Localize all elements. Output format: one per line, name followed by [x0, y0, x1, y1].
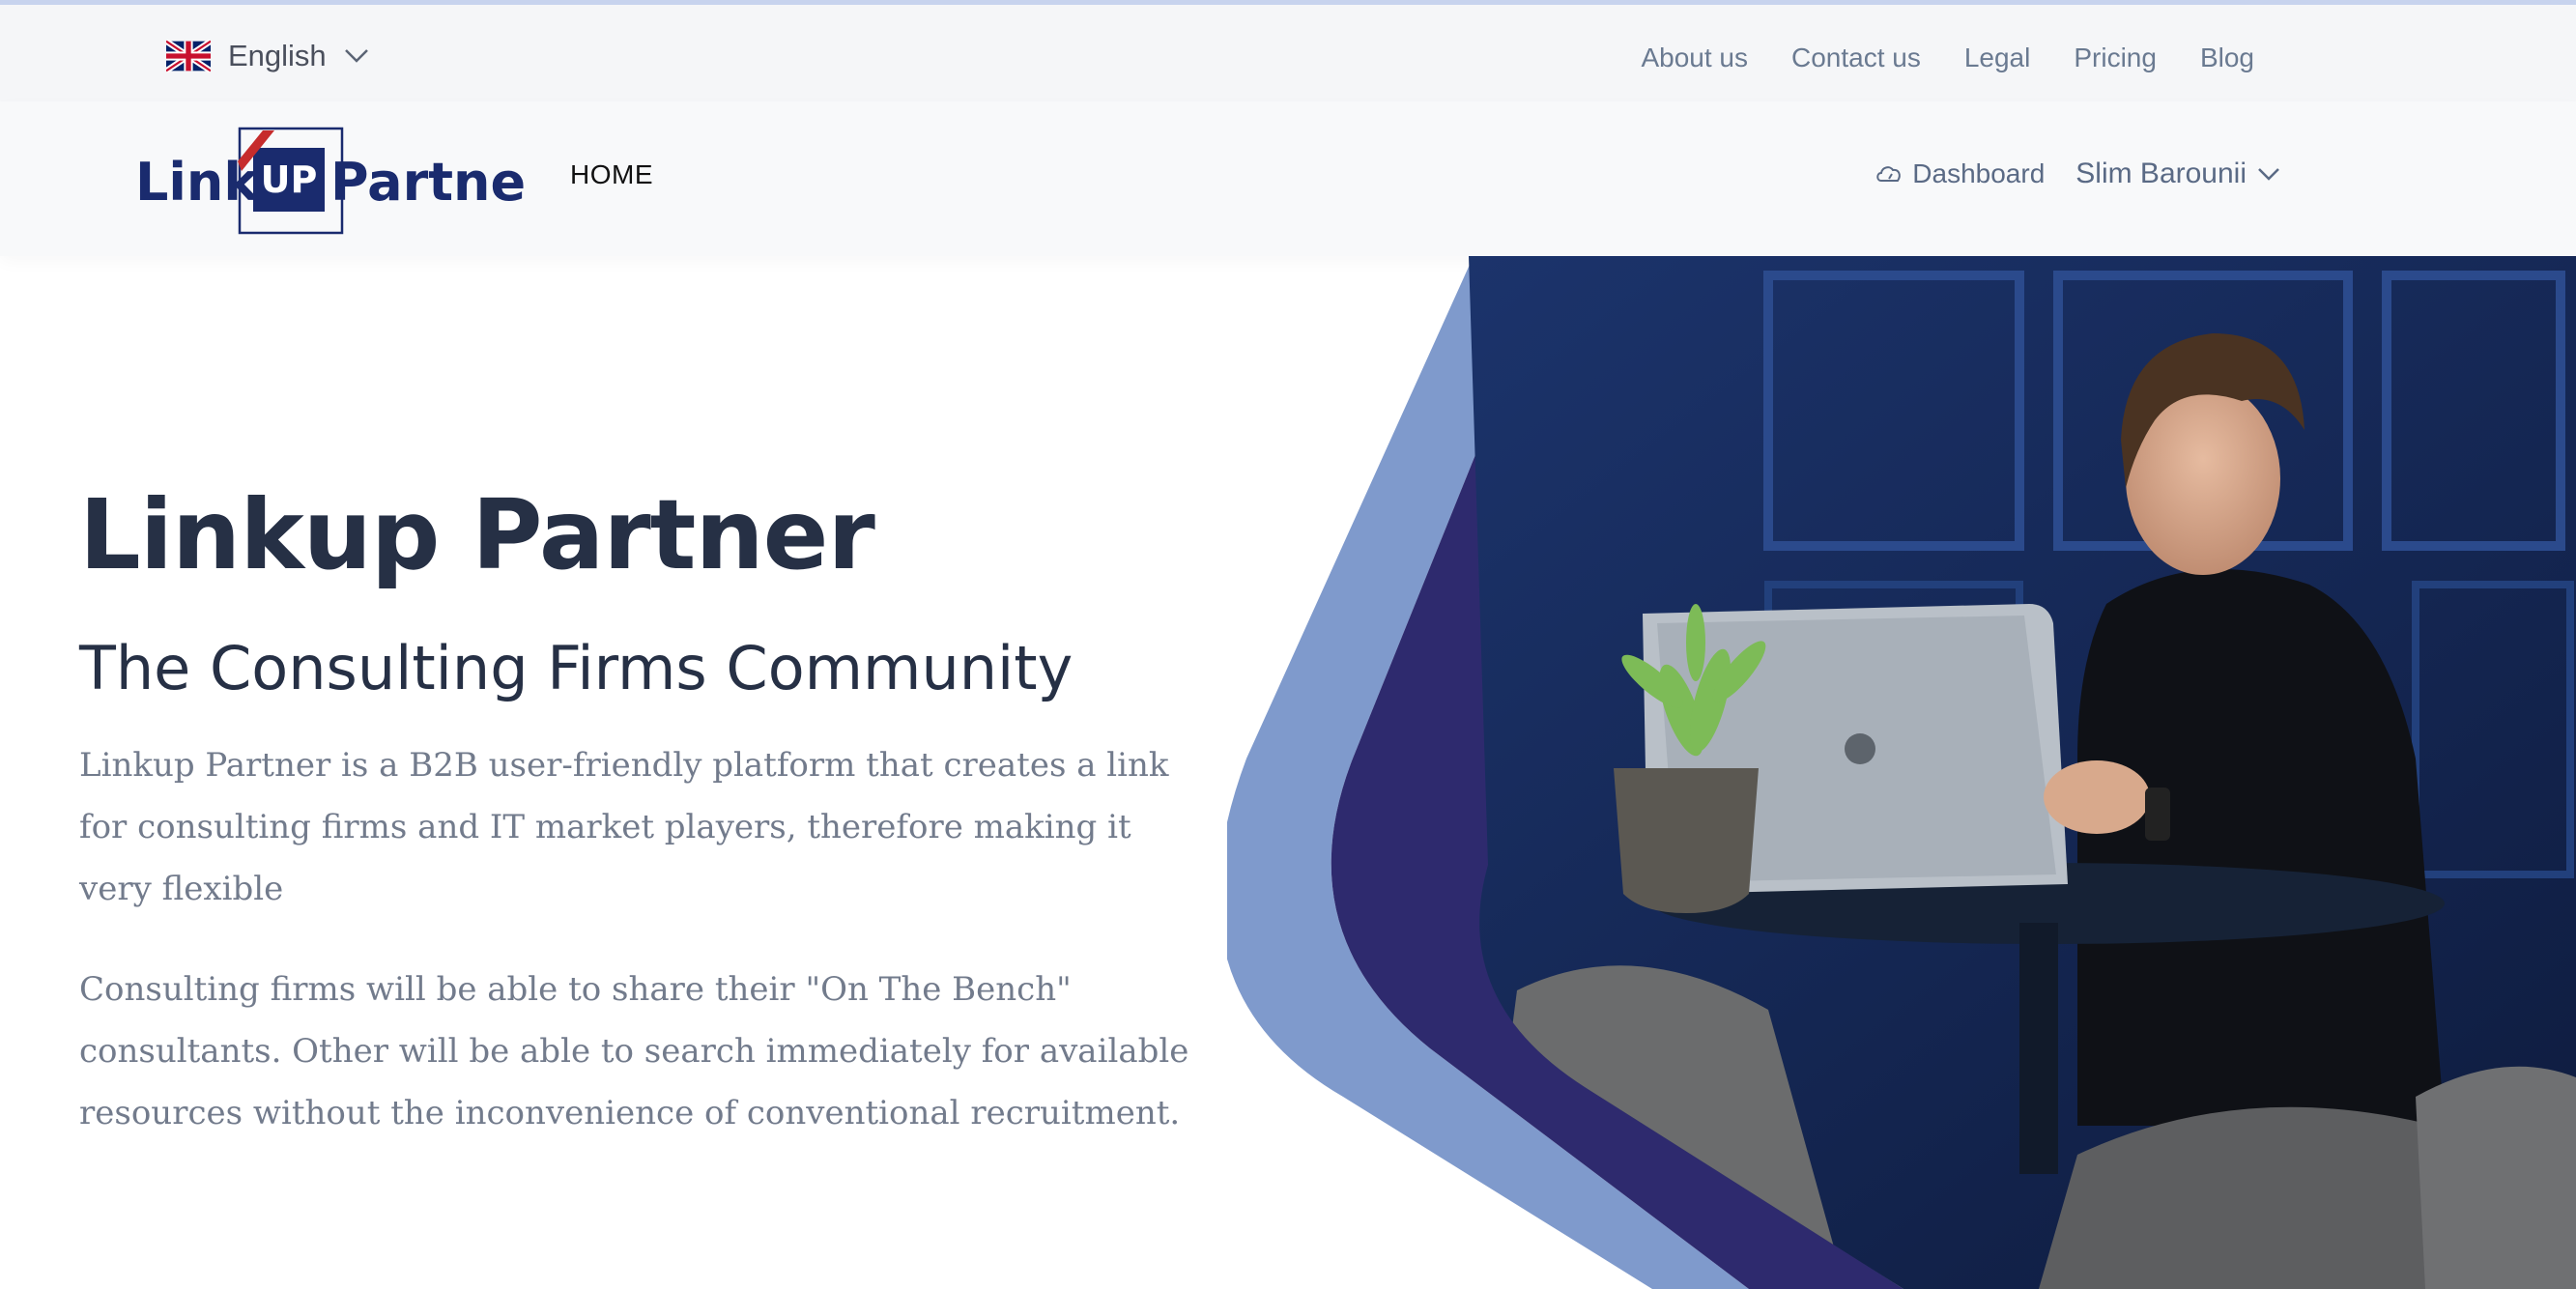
hero-subtitle: The Consulting Firms Community [79, 633, 1073, 703]
blog-link[interactable]: Blog [2200, 43, 2254, 73]
contact-us-link[interactable]: Contact us [1791, 43, 1921, 73]
user-menu[interactable]: Slim Barounii [2075, 158, 2281, 190]
hero-description: Linkup Partner is a B2B user-friendly pl… [79, 746, 1169, 908]
user-name: Slim Barounii [2075, 158, 2247, 189]
pricing-link[interactable]: Pricing [2074, 43, 2157, 73]
language-selector[interactable]: English [166, 32, 369, 80]
cloud-gauge-icon [1876, 166, 1902, 182]
legal-link[interactable]: Legal [1964, 43, 2031, 73]
svg-text:Partner: Partner [330, 152, 530, 213]
hero-title: Linkup Partner [79, 478, 875, 591]
hero-image [1227, 256, 2576, 1289]
home-link[interactable]: HOME [570, 159, 653, 190]
account-nav: Dashboard Slim Barounii [1875, 158, 2281, 190]
uk-flag-icon [166, 40, 211, 72]
about-us-link[interactable]: About us [1641, 43, 1748, 73]
svg-text:Link: Link [135, 152, 259, 213]
language-label: English [228, 39, 327, 72]
linkup-partner-logo[interactable]: UP Link Partner [133, 123, 530, 239]
main-navbar: UP Link Partner HOME Dashboard Slim Baro… [0, 101, 2576, 256]
utility-bar: English About us Contact us Legal Pricin… [0, 5, 2576, 101]
dashboard-link[interactable]: Dashboard [1875, 158, 2045, 189]
dashboard-label: Dashboard [1912, 158, 2046, 188]
utility-links: About us Contact us Legal Pricing Blog [1641, 34, 2254, 82]
chevron-down-icon [2258, 168, 2279, 181]
svg-text:UP: UP [261, 158, 318, 201]
chevron-down-icon [344, 49, 368, 63]
hero-description-secondary: Consulting firms will be able to share t… [79, 970, 1189, 1132]
